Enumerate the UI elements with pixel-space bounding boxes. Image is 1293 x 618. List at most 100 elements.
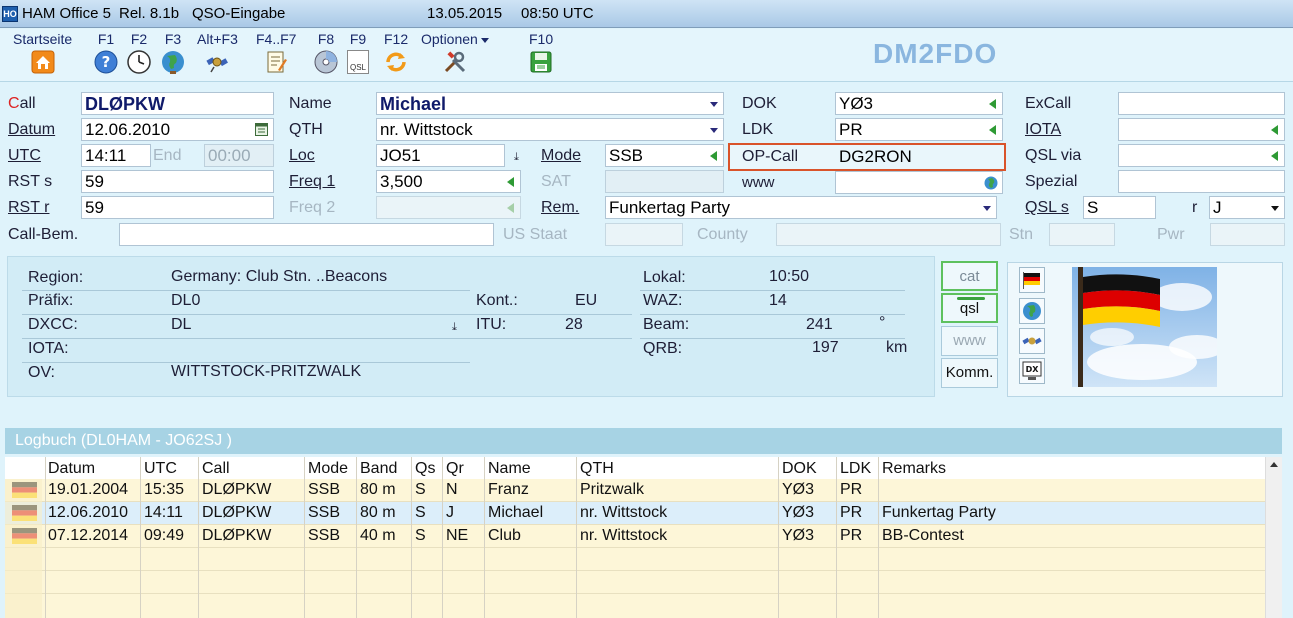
call-bem-input[interactable]: [119, 223, 494, 246]
arrow-left-icon[interactable]: [989, 99, 996, 109]
www-button[interactable]: www: [941, 326, 998, 356]
arrow-left-icon[interactable]: [710, 151, 717, 161]
globe-icon[interactable]: [984, 176, 998, 190]
toolbar-optionen-label: Optionen: [421, 31, 478, 47]
cell-mode: SSB: [308, 481, 341, 498]
logbook-scrollbar[interactable]: [1265, 457, 1282, 618]
column-header[interactable]: UTC: [144, 460, 177, 478]
app-icon[interactable]: HO: [2, 6, 18, 22]
chevron-down-icon[interactable]: [710, 128, 718, 133]
cell-name: Franz: [488, 481, 529, 498]
flag-view-button[interactable]: [1019, 267, 1045, 293]
globe-view-button[interactable]: [1019, 298, 1045, 324]
save-icon: [530, 51, 552, 73]
spezial-input[interactable]: [1118, 170, 1285, 193]
sat-input[interactable]: [605, 170, 724, 193]
toolbar-f10-button[interactable]: F10: [529, 31, 553, 74]
toolbar-altf3-button[interactable]: Alt+F3: [197, 31, 238, 74]
arrow-left-icon[interactable]: [507, 177, 514, 187]
op-call-input[interactable]: DG2RON: [835, 145, 1003, 168]
komm-button[interactable]: Komm.: [941, 358, 998, 388]
qsl-r-select[interactable]: J: [1209, 196, 1285, 219]
table-row-empty: [5, 571, 1265, 594]
chevron-down-icon[interactable]: [710, 102, 718, 107]
cell-ldk: PR: [840, 504, 863, 521]
arrow-left-icon[interactable]: [1271, 125, 1278, 135]
dx-view-button[interactable]: DX: [1019, 358, 1045, 384]
toolbar-f1-button[interactable]: F1 ?: [94, 31, 118, 74]
column-header[interactable]: Remarks: [882, 460, 946, 478]
calendar-icon[interactable]: [255, 123, 268, 136]
cell-band: 40 m: [360, 527, 396, 544]
arrow-left-icon[interactable]: [1271, 151, 1278, 161]
column-header[interactable]: Mode: [308, 460, 348, 478]
mode-label: Mode: [541, 147, 582, 164]
arrow-left-icon[interactable]: [989, 125, 996, 135]
mode-input[interactable]: SSB: [605, 144, 724, 167]
iota-input[interactable]: [1118, 118, 1285, 141]
iota-label: IOTA: [1025, 121, 1062, 138]
dok-input[interactable]: YØ3: [835, 92, 1003, 115]
toolbar-f3-button[interactable]: F3: [161, 31, 185, 74]
toolbar-f9-button[interactable]: F9 QSL: [347, 31, 369, 74]
title-date: 13.05.2015: [427, 5, 503, 22]
qsl-s-input[interactable]: S: [1083, 196, 1156, 219]
end-time-input[interactable]: 00:00: [204, 144, 274, 167]
column-header[interactable]: Qr: [446, 460, 464, 478]
cat-button[interactable]: cat: [941, 261, 998, 291]
title-bar: HO HAM Office 5 Rel. 8.1b QSO-Eingabe 13…: [0, 0, 1293, 28]
column-divider: [878, 457, 879, 618]
toolbar-optionen-button[interactable]: Optionen: [421, 31, 489, 74]
scroll-up-icon[interactable]: [1270, 462, 1278, 467]
table-row[interactable]: 19.01.2004 15:35 DLØPKW SSB 80 m S N Fra…: [5, 479, 1265, 502]
column-header[interactable]: QTH: [580, 460, 614, 478]
loc-input[interactable]: JO51: [376, 144, 505, 167]
column-header[interactable]: LDK: [840, 460, 871, 478]
arrow-left-icon[interactable]: [507, 203, 514, 213]
column-header[interactable]: Datum: [48, 460, 95, 478]
excall-input[interactable]: [1118, 92, 1285, 115]
cell-band: 80 m: [360, 481, 396, 498]
rem-input[interactable]: Funkertag Party: [605, 196, 997, 219]
column-header[interactable]: Call: [202, 460, 230, 478]
cell-qr: J: [446, 504, 454, 521]
call-input[interactable]: DLØPKW: [81, 92, 274, 115]
toolbar-f4f7-button[interactable]: F4..F7: [256, 31, 296, 74]
toolbar-home-button[interactable]: Startseite: [13, 31, 72, 74]
datum-input[interactable]: 12.06.2010: [81, 118, 274, 141]
qth-input[interactable]: nr. Wittstock: [376, 118, 724, 141]
column-header[interactable]: Qs: [415, 460, 435, 478]
column-header[interactable]: Band: [360, 460, 397, 478]
chevron-down-icon[interactable]: [1271, 206, 1279, 211]
freq1-input[interactable]: 3,500: [376, 170, 521, 193]
toolbar-f12-button[interactable]: F12: [384, 31, 408, 74]
www-input[interactable]: [835, 171, 1003, 194]
column-header[interactable]: Name: [488, 460, 531, 478]
utc-input[interactable]: 14:11: [81, 144, 151, 167]
rst-s-input[interactable]: 59: [81, 170, 274, 193]
us-staat-input[interactable]: [605, 223, 683, 246]
toolbar-f8-button[interactable]: F8: [314, 31, 338, 74]
rst-r-input[interactable]: 59: [81, 196, 274, 219]
download-arrow-icon[interactable]: ⤓: [514, 152, 519, 163]
county-input[interactable]: [776, 223, 1001, 246]
stn-input[interactable]: [1049, 223, 1115, 246]
cell-name: Club: [488, 527, 521, 544]
ldk-input[interactable]: PR: [835, 118, 1003, 141]
freq2-input[interactable]: [376, 196, 521, 219]
table-row[interactable]: 12.06.2010 14:11 DLØPKW SSB 80 m S J Mic…: [5, 502, 1265, 525]
table-row[interactable]: 07.12.2014 09:49 DLØPKW SSB 40 m S NE Cl…: [5, 525, 1265, 548]
column-header[interactable]: DOK: [782, 460, 817, 478]
toolbar-f2-button[interactable]: F2: [127, 31, 151, 74]
pwr-input[interactable]: [1210, 223, 1285, 246]
beam-label: Beam:: [643, 316, 690, 333]
app-name: HAM Office 5: [22, 5, 111, 22]
chevron-down-icon[interactable]: [983, 206, 991, 211]
download-arrow-icon[interactable]: ⤓: [452, 322, 457, 333]
qsl-r-value: J: [1213, 198, 1222, 217]
qsl-button[interactable]: qsl: [941, 293, 998, 323]
qsl-via-input[interactable]: [1118, 144, 1285, 167]
name-input[interactable]: Michael: [376, 92, 724, 115]
satellite-view-button[interactable]: [1019, 328, 1045, 354]
cell-datum: 19.01.2004: [48, 481, 129, 498]
